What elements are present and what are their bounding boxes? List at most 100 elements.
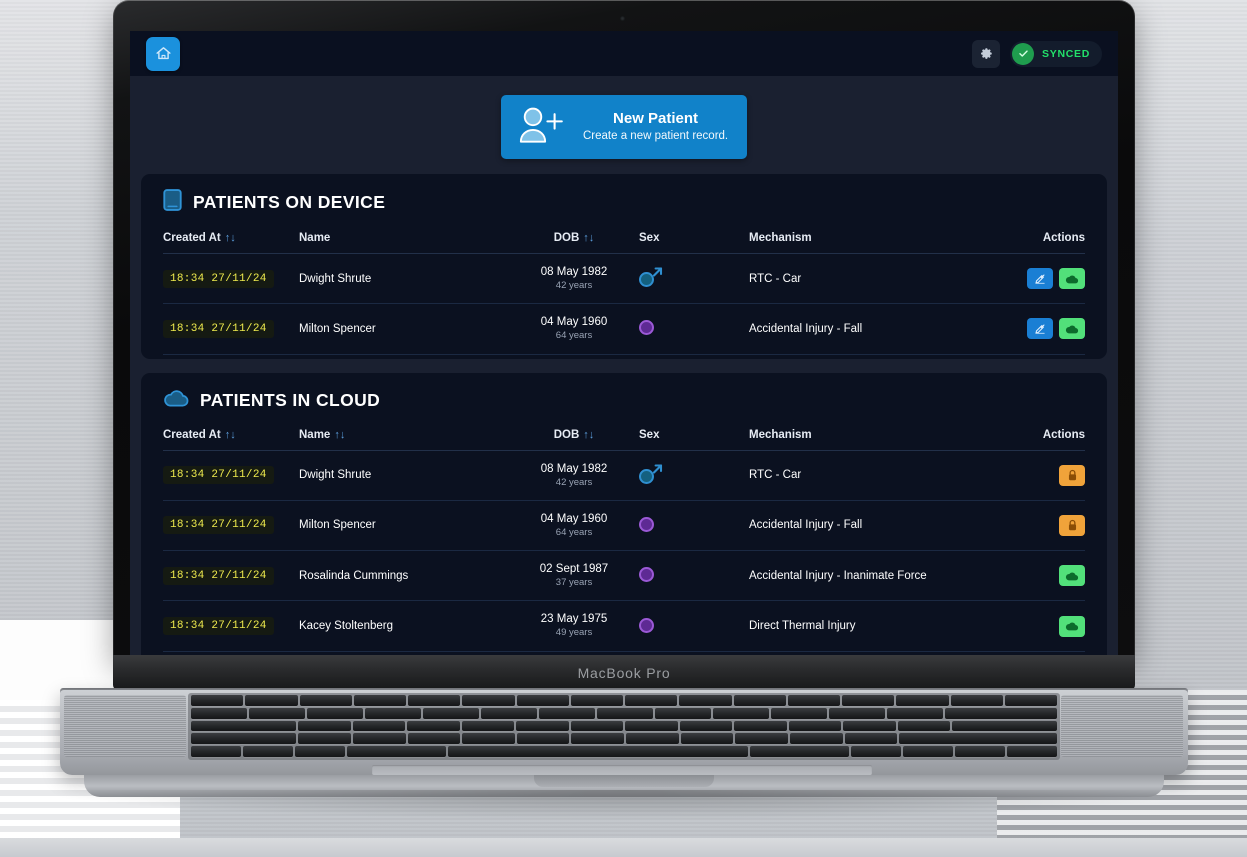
keyboard-key[interactable]	[734, 720, 787, 732]
keyboard-key[interactable]	[787, 695, 840, 706]
home-button[interactable]	[146, 36, 180, 71]
keyboard-key[interactable]	[896, 695, 949, 706]
keyboard-key[interactable]	[407, 733, 461, 745]
keyboard-key[interactable]	[249, 707, 305, 719]
keyboard-key[interactable]	[897, 720, 950, 732]
keyboard-key[interactable]	[191, 720, 296, 732]
lock-icon	[1068, 519, 1076, 531]
keyboard-key[interactable]	[680, 733, 734, 745]
keyboard-key[interactable]	[294, 746, 345, 757]
keyboard	[190, 694, 1058, 758]
keyboard-key[interactable]	[481, 707, 537, 719]
edit-patient-button[interactable]	[1027, 318, 1053, 340]
keyboard-key[interactable]	[298, 720, 351, 732]
keyboard-key[interactable]	[353, 695, 406, 706]
keyboard-key[interactable]	[570, 695, 623, 706]
table-row[interactable]: 18:34 27/11/24 Rosalinda Cummings 02 Sept …	[163, 551, 1085, 601]
keyboard-key[interactable]	[950, 695, 1003, 706]
keyboard-key[interactable]	[462, 733, 515, 745]
sort-arrows-icon[interactable]: ↑↓	[583, 232, 594, 244]
download-from-cloud-button[interactable]	[1059, 615, 1085, 637]
keyboard-key[interactable]	[191, 746, 241, 757]
keyboard-key[interactable]	[516, 695, 569, 706]
keyboard-key[interactable]	[245, 695, 298, 706]
keyboard-key[interactable]	[365, 707, 421, 719]
sort-arrows-icon[interactable]: ↑↓	[583, 429, 594, 441]
keyboard-key[interactable]	[626, 733, 679, 745]
keyboard-key[interactable]	[191, 733, 297, 745]
table-row[interactable]: 18:34 27/11/24 Kacey Stoltenberg 23 May 19…	[163, 601, 1085, 652]
keyboard-key[interactable]	[298, 733, 351, 745]
sort-arrows-icon[interactable]: ↑↓	[225, 232, 236, 244]
keyboard-key[interactable]	[771, 707, 827, 719]
cell-sex	[639, 254, 749, 304]
keyboard-key[interactable]	[1007, 746, 1057, 757]
keyboard-key[interactable]	[829, 707, 885, 719]
upload-to-cloud-button[interactable]	[1059, 268, 1085, 290]
keyboard-key[interactable]	[423, 707, 479, 719]
column-label: Sex	[639, 232, 660, 244]
keyboard-key[interactable]	[903, 746, 954, 757]
keyboard-key[interactable]	[851, 746, 902, 757]
keyboard-key[interactable]	[1004, 695, 1057, 706]
keyboard-key[interactable]	[570, 720, 623, 732]
keyboard-key[interactable]	[788, 720, 841, 732]
table-row[interactable]: 18:34 27/11/24 Milton Spencer 04 May 1960 6…	[163, 500, 1085, 551]
column-header-created-at[interactable]: Created At ↑↓	[163, 428, 299, 451]
keyboard-key[interactable]	[408, 695, 461, 706]
sort-arrows-icon[interactable]: ↑↓	[334, 429, 345, 441]
keyboard-key[interactable]	[899, 733, 1057, 745]
keyboard-key[interactable]	[945, 707, 1057, 719]
table-row[interactable]: 18:34 27/11/24 Dwight Shrute 08 May 1982 42…	[163, 254, 1085, 304]
column-header-name[interactable]: Name	[299, 232, 509, 254]
locked-record-button[interactable]	[1059, 464, 1085, 486]
table-row[interactable]: 18:34 27/11/24 Milton Spencer 04 May 1960 6…	[163, 304, 1085, 355]
keyboard-key[interactable]	[625, 720, 678, 732]
keyboard-key[interactable]	[887, 707, 943, 719]
keyboard-key[interactable]	[733, 695, 786, 706]
keyboard-key[interactable]	[242, 746, 293, 757]
keyboard-key[interactable]	[625, 695, 678, 706]
keyboard-key[interactable]	[346, 746, 447, 757]
keyboard-key[interactable]	[597, 707, 653, 719]
keyboard-key[interactable]	[735, 733, 788, 745]
keyboard-key[interactable]	[539, 707, 595, 719]
edit-patient-button[interactable]	[1027, 268, 1053, 290]
keyboard-key[interactable]	[571, 733, 624, 745]
column-header-created-at[interactable]: Created At ↑↓	[163, 232, 299, 254]
download-from-cloud-button[interactable]	[1059, 565, 1085, 587]
keyboard-key[interactable]	[407, 720, 460, 732]
sync-status-badge[interactable]: SYNCED	[1010, 40, 1102, 67]
keyboard-key[interactable]	[352, 720, 405, 732]
keyboard-key[interactable]	[749, 746, 850, 757]
column-header-name[interactable]: Name ↑↓	[299, 428, 509, 451]
keyboard-key[interactable]	[679, 695, 732, 706]
keyboard-key[interactable]	[191, 695, 244, 706]
keyboard-key[interactable]	[955, 746, 1006, 757]
keyboard-key[interactable]	[191, 707, 247, 719]
table-row[interactable]: 18:34 27/11/24 Dwight Shrute 08 May 1982 42…	[163, 450, 1085, 501]
keyboard-key[interactable]	[713, 707, 769, 719]
keyboard-key[interactable]	[307, 707, 363, 719]
locked-record-button[interactable]	[1059, 514, 1085, 536]
keyboard-key[interactable]	[299, 695, 352, 706]
sort-arrows-icon[interactable]: ↑↓	[225, 429, 236, 441]
new-patient-button[interactable]: New Patient Create a new patient record.	[501, 95, 747, 159]
keyboard-key[interactable]	[679, 720, 732, 732]
keyboard-key[interactable]	[461, 720, 514, 732]
keyboard-key[interactable]	[789, 733, 843, 745]
keyboard-key[interactable]	[352, 733, 406, 745]
keyboard-key[interactable]	[516, 733, 570, 745]
keyboard-key[interactable]	[843, 720, 896, 732]
keyboard-key[interactable]	[448, 746, 748, 757]
keyboard-key[interactable]	[842, 695, 895, 706]
column-header-dob[interactable]: DOB ↑↓	[509, 232, 639, 254]
keyboard-key[interactable]	[952, 720, 1057, 732]
column-header-dob[interactable]: DOB ↑↓	[509, 428, 639, 451]
keyboard-key[interactable]	[462, 695, 515, 706]
upload-to-cloud-button[interactable]	[1059, 318, 1085, 340]
keyboard-key[interactable]	[655, 707, 711, 719]
settings-button[interactable]	[972, 39, 1001, 68]
keyboard-key[interactable]	[516, 720, 569, 732]
keyboard-key[interactable]	[844, 733, 898, 745]
